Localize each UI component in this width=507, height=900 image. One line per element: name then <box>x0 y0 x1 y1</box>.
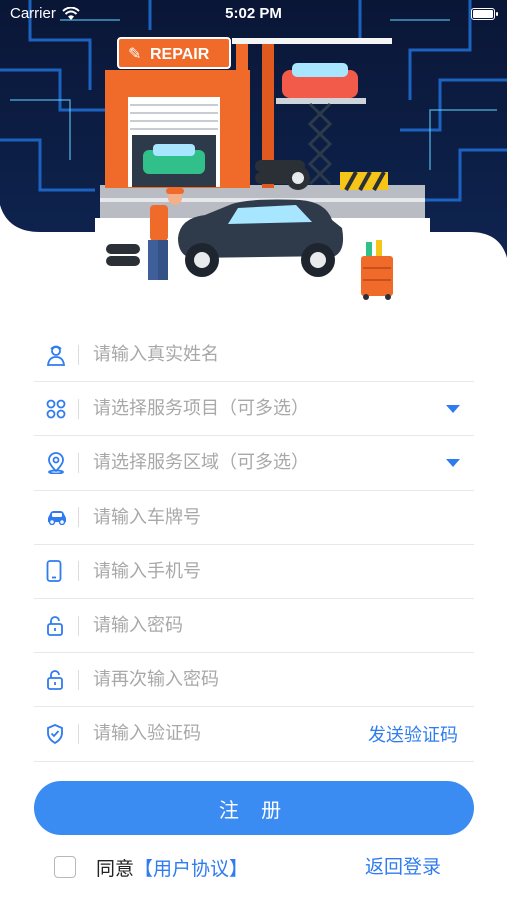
plate-row <box>34 491 474 545</box>
phone-input[interactable] <box>93 551 474 592</box>
verify-code-input[interactable] <box>93 713 368 754</box>
field-divider <box>78 561 79 582</box>
password-row <box>34 599 474 654</box>
password-input[interactable] <box>93 605 474 646</box>
header-illustration: REPAIR ✎ <box>0 0 507 300</box>
field-divider <box>78 452 79 473</box>
field-divider <box>78 344 79 365</box>
send-code-button[interactable]: 发送验证码 <box>368 721 458 747</box>
chevron-down-icon[interactable] <box>446 458 460 467</box>
registration-form: 发送验证码 <box>34 328 474 762</box>
lock-icon <box>34 653 78 707</box>
plate-input[interactable] <box>93 497 474 538</box>
location-icon <box>34 436 78 490</box>
car-icon <box>34 490 78 544</box>
password-confirm-input[interactable] <box>93 659 474 700</box>
name-input[interactable] <box>93 334 474 375</box>
phone-icon <box>34 544 78 598</box>
back-to-login-link[interactable]: 返回登录 <box>365 852 441 882</box>
field-divider <box>78 507 79 528</box>
chevron-down-icon[interactable] <box>446 404 460 413</box>
service-area-select[interactable] <box>93 442 446 483</box>
battery-icon <box>471 8 498 20</box>
verify-code-row: 发送验证码 <box>34 707 474 762</box>
service-items-select[interactable] <box>93 388 446 429</box>
shield-icon <box>34 707 78 761</box>
field-divider <box>78 615 79 636</box>
agree-label: 同意 <box>96 857 135 880</box>
agreement-row: 同意 【用户协议】 <box>54 852 248 882</box>
repair-shop-illustration: REPAIR ✎ <box>0 0 507 300</box>
agree-checkbox[interactable] <box>54 856 76 878</box>
status-bar: Carrier 5:02 PM <box>0 0 507 30</box>
field-divider <box>78 398 79 419</box>
name-row <box>34 328 474 383</box>
service-items-row[interactable] <box>34 382 474 437</box>
phone-row <box>34 545 474 599</box>
worker-icon <box>34 328 78 382</box>
user-agreement-link[interactable]: 【用户协议】 <box>134 854 248 881</box>
field-divider <box>78 723 79 744</box>
field-divider <box>78 669 79 690</box>
grid-icon <box>34 382 78 436</box>
lock-icon <box>34 599 78 653</box>
status-time: 5:02 PM <box>225 5 282 22</box>
password-confirm-row <box>34 653 474 708</box>
repair-sign-text: REPAIR <box>150 46 210 63</box>
register-button[interactable]: 注 册 <box>34 781 474 835</box>
svg-text:✎: ✎ <box>128 44 141 63</box>
service-area-row[interactable] <box>34 436 474 491</box>
